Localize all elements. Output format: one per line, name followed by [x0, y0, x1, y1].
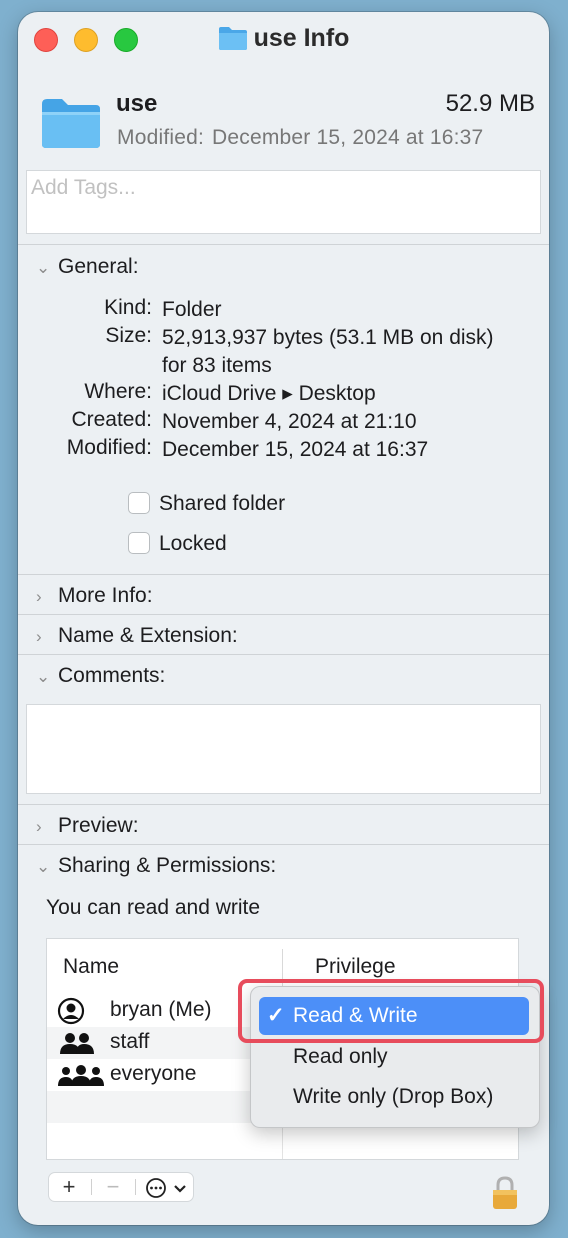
modified-key: Modified: [66, 436, 152, 459]
kind-key: Kind: [104, 296, 152, 319]
preview-header[interactable]: › Preview: [36, 814, 139, 838]
name-extension-header[interactable]: › Name & Extension: [36, 624, 238, 648]
divider [18, 844, 549, 845]
everyone-icon [58, 1065, 104, 1086]
name-extension-title: Name & Extension: [58, 624, 238, 647]
modified-row-value: December 15, 2024 at 16:37 [162, 438, 429, 461]
kind-value: Folder [162, 298, 222, 321]
file-name: use [116, 90, 158, 117]
action-menu-button[interactable] [141, 1173, 191, 1201]
remove-button[interactable]: − [97, 1173, 129, 1201]
modified-summary: Modified: December 15, 2024 at 16:37 [117, 126, 483, 150]
chevron-down-icon: ⌄ [36, 857, 51, 876]
file-header: use 52.9 MB Modified: December 15, 2024 a… [18, 72, 549, 162]
highlight-box [238, 979, 544, 1043]
modified-value: December 15, 2024 at 16:37 [212, 126, 484, 149]
menu-item-label: Write only (Drop Box) [293, 1085, 494, 1108]
where-value: iCloud Drive ▸ Desktop [162, 382, 376, 405]
tags-field[interactable]: Add Tags... [26, 170, 541, 234]
divider [135, 1179, 136, 1195]
divider [18, 574, 549, 575]
chevron-right-icon: › [36, 587, 42, 606]
window-title-text: use Info [253, 24, 350, 52]
size-key: Size: [105, 324, 152, 347]
file-size: 52.9 MB [445, 90, 535, 117]
title-bar: use Info [18, 12, 549, 68]
locked-label: Locked [159, 532, 227, 555]
chevron-down-icon: ⌄ [36, 667, 51, 686]
divider [18, 244, 549, 245]
ellipsis-circle-icon [146, 1178, 166, 1198]
comments-title: Comments: [58, 664, 166, 687]
folder-icon [218, 27, 247, 50]
preview-title: Preview: [58, 814, 139, 837]
checkbox-box[interactable] [128, 492, 150, 514]
chevron-right-icon: › [36, 627, 42, 646]
add-button[interactable]: + [53, 1173, 85, 1201]
menu-item-label: Read only [293, 1045, 388, 1068]
chevron-right-icon: › [36, 817, 42, 836]
sharing-title: Sharing & Permissions: [58, 854, 277, 877]
row-name: staff [110, 1030, 150, 1053]
divider [18, 654, 549, 655]
where-key: Where: [84, 380, 152, 403]
comments-field[interactable] [26, 704, 541, 794]
permission-note: You can read and write [46, 896, 261, 919]
window-title: use Info [18, 24, 549, 53]
modified-label: Modified: [117, 126, 205, 149]
lock-icon[interactable] [490, 1175, 520, 1211]
row-name: bryan (Me) [110, 998, 212, 1021]
shared-folder-checkbox[interactable]: Shared folder [128, 492, 285, 516]
sharing-header[interactable]: ⌄ Sharing & Permissions: [36, 854, 276, 878]
created-key: Created: [71, 408, 152, 431]
menu-item-read-only[interactable]: Read only [259, 1038, 529, 1076]
menu-item-write-only[interactable]: Write only (Drop Box) [259, 1078, 529, 1116]
group-icon [60, 1033, 94, 1054]
column-header-privilege[interactable]: Privilege [315, 955, 396, 979]
comments-header[interactable]: ⌄ Comments: [36, 664, 165, 688]
divider [91, 1179, 92, 1195]
row-name: everyone [110, 1062, 197, 1085]
tags-placeholder: Add Tags... [31, 176, 136, 199]
divider [18, 614, 549, 615]
column-header-name[interactable]: Name [63, 955, 119, 979]
created-value: November 4, 2024 at 21:10 [162, 410, 417, 433]
shared-folder-label: Shared folder [159, 492, 286, 515]
general-title-text: General: [58, 255, 139, 278]
more-info-title: More Info: [58, 584, 153, 607]
checkbox-box[interactable] [128, 532, 150, 554]
general-header[interactable]: ⌄ General: [36, 255, 139, 279]
locked-checkbox[interactable]: Locked [128, 532, 227, 556]
chevron-down-icon [174, 1185, 186, 1193]
more-info-header[interactable]: › More Info: [36, 584, 153, 608]
user-icon [57, 997, 85, 1025]
permission-toolbar: + − [48, 1172, 194, 1202]
divider [18, 804, 549, 805]
folder-icon [42, 99, 100, 148]
size-value: 52,913,937 bytes (53.1 MB on disk) for 8… [162, 326, 494, 377]
chevron-down-icon: ⌄ [36, 258, 51, 277]
